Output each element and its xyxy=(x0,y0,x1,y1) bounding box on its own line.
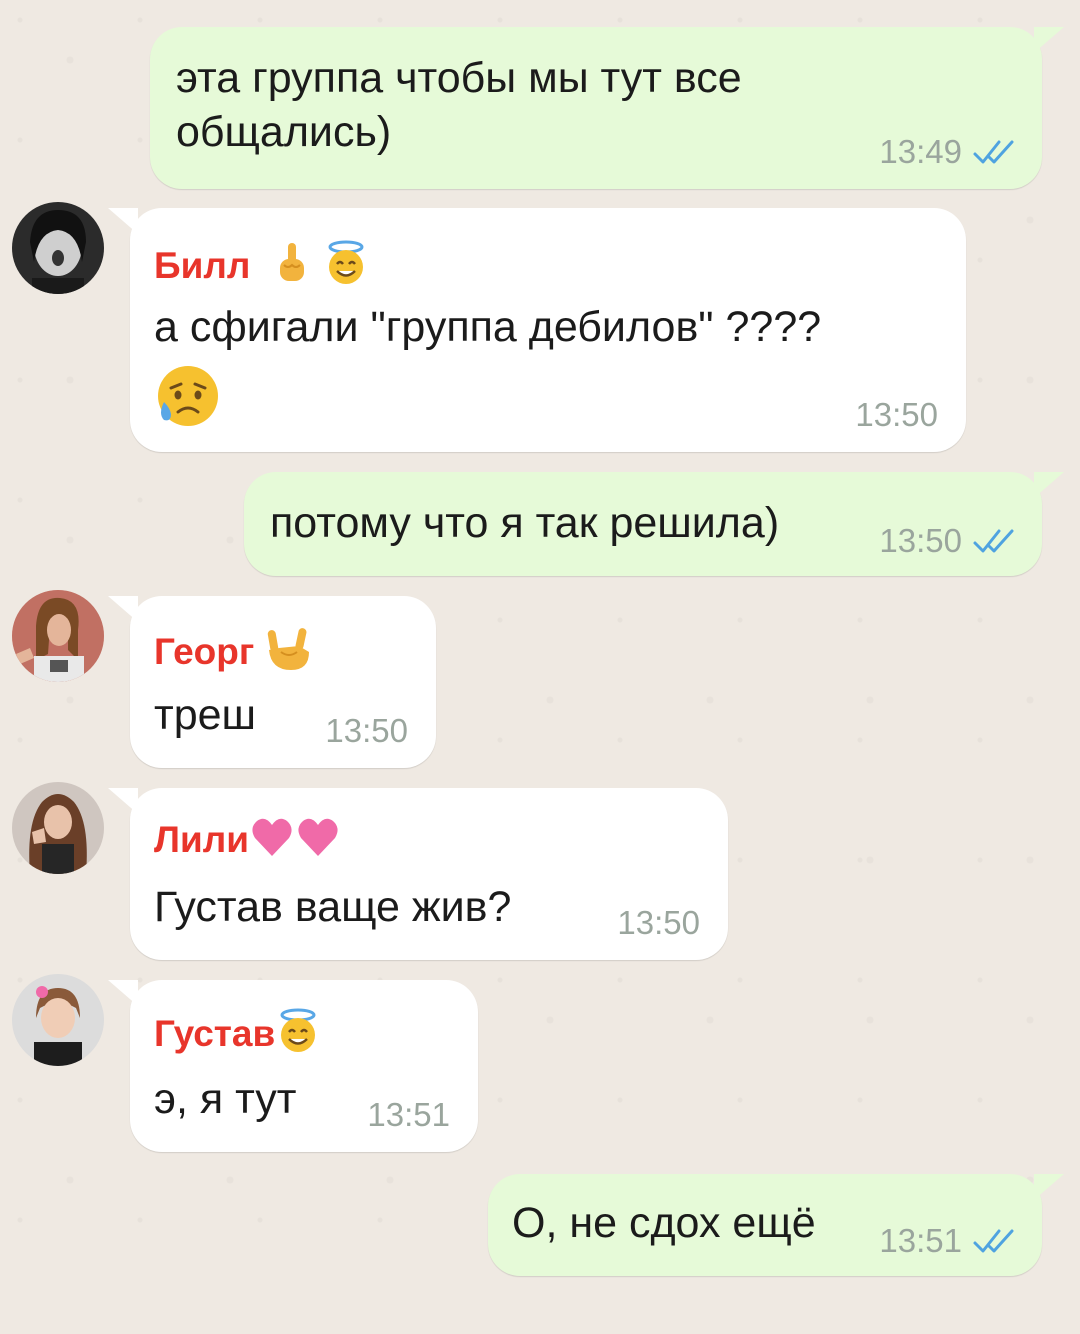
bubble-tail xyxy=(108,208,138,234)
message-incoming[interactable]: Билл а сфигали "группа дебилов" ???? 13:… xyxy=(108,208,966,452)
bubble-tail xyxy=(108,788,138,814)
message-time: 13:50 xyxy=(879,522,962,559)
heart-emoji xyxy=(295,814,341,870)
bubble-tail xyxy=(108,980,138,1006)
message-meta: 13:50 xyxy=(617,904,700,942)
bubble-tail xyxy=(1034,1174,1064,1200)
message-time: 13:50 xyxy=(617,904,700,941)
avatar-image xyxy=(12,590,104,682)
message-incoming[interactable]: Лили Густав ваще жив? 13:50 xyxy=(108,788,728,960)
message-text: э, я тут xyxy=(154,1075,297,1123)
message-time: 13:51 xyxy=(879,1222,962,1259)
georg-avatar[interactable] xyxy=(12,590,104,682)
bubble-tail xyxy=(108,596,138,622)
heart-emoji xyxy=(249,814,295,870)
message-meta: 13:50 xyxy=(855,396,938,434)
avatar-image xyxy=(12,202,104,294)
message-text: а сфигали "группа дебилов" ???? xyxy=(154,303,822,351)
middle-finger-emoji xyxy=(275,241,309,295)
message-time: 13:49 xyxy=(879,133,962,170)
message-text: потому что я так решила) xyxy=(270,499,780,547)
avatar-image xyxy=(12,974,104,1066)
sign-of-horns-emoji xyxy=(265,626,315,682)
bill-avatar[interactable] xyxy=(12,202,104,294)
message-text: треш xyxy=(154,691,257,739)
message-meta: 13:51 xyxy=(367,1096,450,1134)
sender-name[interactable]: Георг xyxy=(154,626,315,682)
lili-avatar[interactable] xyxy=(12,782,104,874)
message-meta: 13:51 xyxy=(879,1222,1018,1260)
sender-name[interactable]: Билл xyxy=(154,240,369,296)
chat-area: эта группа чтобы мы тут все общались) 13… xyxy=(0,0,1080,1334)
avatar-image xyxy=(12,782,104,874)
message-meta: 13:50 xyxy=(879,522,1018,560)
bubble-tail xyxy=(1034,472,1064,498)
sad-but-relieved-face-emoji xyxy=(154,362,222,435)
message-time: 13:51 xyxy=(367,1096,450,1133)
message-time: 13:50 xyxy=(855,396,938,433)
message-text: Густав ваще жив? xyxy=(154,883,512,931)
bubble-tail xyxy=(1034,27,1064,53)
message-meta: 13:50 xyxy=(325,712,408,750)
read-double-check-icon xyxy=(973,140,1014,164)
sender-name[interactable]: Лили xyxy=(154,814,341,870)
message-outgoing[interactable]: потому что я так решила) 13:50 xyxy=(244,472,1064,576)
message-incoming[interactable]: Густав э, я тут 13:51 xyxy=(108,980,478,1152)
read-double-check-icon xyxy=(973,529,1014,553)
message-text: эта группа чтобы мы тут все общались) xyxy=(176,54,742,156)
message-incoming[interactable]: Георг треш 13:50 xyxy=(108,596,436,768)
message-text: О, не сдох ещё xyxy=(512,1199,816,1247)
message-outgoing[interactable]: эта группа чтобы мы тут все общались) 13… xyxy=(150,27,1064,189)
smiling-face-with-halo-emoji xyxy=(275,1008,321,1064)
message-meta: 13:49 xyxy=(879,133,1018,171)
read-double-check-icon xyxy=(973,1229,1014,1253)
message-outgoing[interactable]: О, не сдох ещё 13:51 xyxy=(488,1174,1064,1276)
smiling-face-with-halo-emoji xyxy=(323,240,369,296)
gustav-avatar[interactable] xyxy=(12,974,104,1066)
sender-name[interactable]: Густав xyxy=(154,1008,321,1064)
message-time: 13:50 xyxy=(325,712,408,749)
